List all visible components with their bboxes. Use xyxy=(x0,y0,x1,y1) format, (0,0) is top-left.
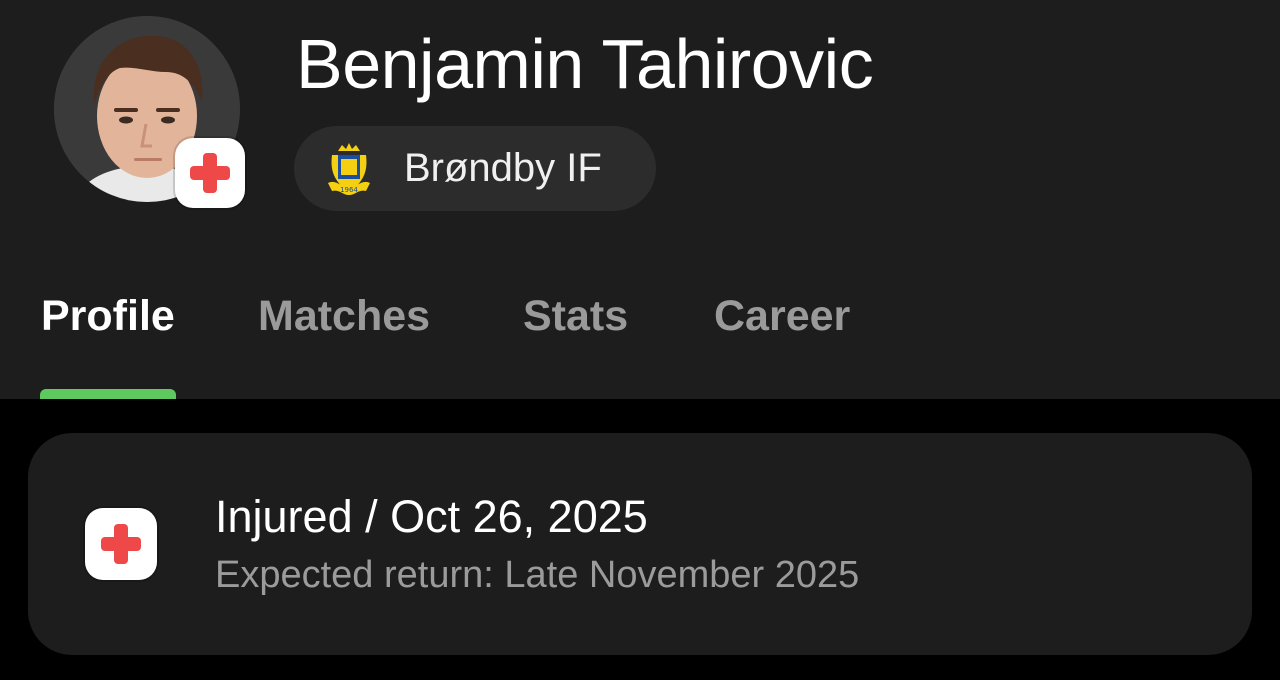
injury-icon-badge xyxy=(85,508,157,580)
medical-cross-icon xyxy=(101,524,141,564)
tab-matches[interactable]: Matches xyxy=(258,292,430,341)
medical-cross-icon xyxy=(190,153,230,193)
tab-profile[interactable]: Profile xyxy=(41,292,175,341)
expected-return: Expected return: Late November 2025 xyxy=(215,554,860,596)
brondby-crest-icon: 1964 xyxy=(328,142,370,195)
avatar-injury-badge xyxy=(175,138,245,208)
injury-status-card[interactable]: Injured / Oct 26, 2025 Expected return: … xyxy=(28,433,1252,655)
player-tabs: Profile Matches Stats Career xyxy=(0,280,1280,360)
player-name: Benjamin Tahirovic xyxy=(296,25,874,103)
player-header: Benjamin Tahirovic 1964 Brøndby IF Profi… xyxy=(0,0,1280,399)
tab-stats[interactable]: Stats xyxy=(523,292,628,341)
crest-year: 1964 xyxy=(340,186,358,194)
tab-career[interactable]: Career xyxy=(714,292,850,341)
club-chip[interactable]: 1964 Brøndby IF xyxy=(294,126,656,211)
club-name: Brøndby IF xyxy=(404,146,602,190)
active-tab-indicator xyxy=(40,389,176,399)
injury-title: Injured / Oct 26, 2025 xyxy=(215,491,648,542)
